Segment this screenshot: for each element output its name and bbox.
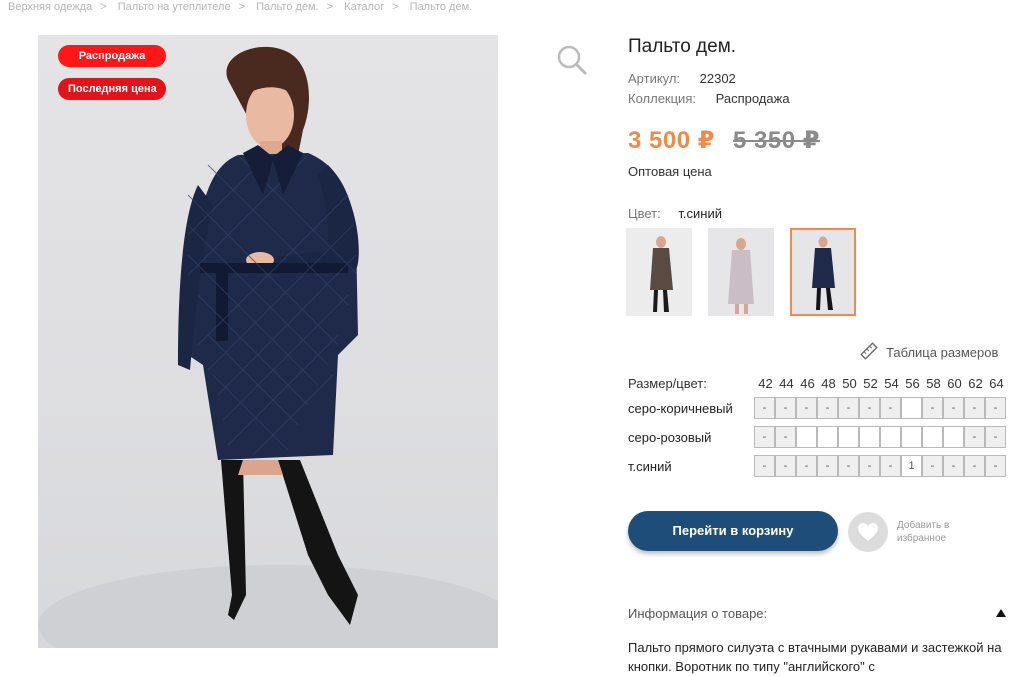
size-label: 48 <box>821 376 836 391</box>
size-cell[interactable] <box>796 426 817 448</box>
size-table-link[interactable]: Таблица размеров <box>860 342 998 360</box>
size-cell: - <box>943 397 964 419</box>
product-info-heading[interactable]: Информация о товаре: <box>628 606 767 621</box>
collection-value: Распродажа <box>715 91 790 106</box>
size-label: 54 <box>884 376 899 391</box>
color-label: Цвет: <box>628 206 661 221</box>
size-label: 46 <box>800 376 815 391</box>
favorite-label-line2: избранное <box>897 533 947 544</box>
size-label: 58 <box>926 376 941 391</box>
size-cell: - <box>817 455 838 477</box>
product-photo[interactable]: Распродажа Последняя цена <box>38 35 498 648</box>
zoom-icon[interactable] <box>556 44 588 76</box>
size-label: 60 <box>947 376 962 391</box>
color-swatch-grey-brown[interactable] <box>626 228 692 316</box>
size-cell: - <box>796 455 817 477</box>
favorite-button[interactable] <box>848 512 888 552</box>
size-label: 52 <box>863 376 878 391</box>
size-cell[interactable] <box>859 426 880 448</box>
size-label: 42 <box>758 376 773 391</box>
size-label: 64 <box>989 376 1004 391</box>
current-price: 3 500 ₽ <box>628 127 715 154</box>
last-price-badge: Последняя цена <box>58 78 166 100</box>
color-row: Цвет: т.синий <box>628 206 722 221</box>
size-cell: - <box>754 426 775 448</box>
size-cell: - <box>985 455 1006 477</box>
article-value: 22302 <box>699 71 736 86</box>
go-to-cart-button[interactable]: Перейти в корзину <box>628 511 838 551</box>
size-cell: - <box>775 426 796 448</box>
product-description: Пальто прямого силуэта с втачными рукава… <box>628 640 1002 674</box>
collapse-arrow-icon[interactable] <box>996 609 1006 617</box>
size-cell: - <box>880 397 901 419</box>
size-row-color: серо-коричневый <box>628 401 733 416</box>
favorite-label-line1: Добавить в <box>897 520 950 531</box>
size-cell: - <box>943 455 964 477</box>
size-cell: - <box>754 455 775 477</box>
size-cell: - <box>775 455 796 477</box>
product-title: Пальто дем. <box>628 36 737 57</box>
size-table-label: Таблица размеров <box>886 345 999 360</box>
size-cell: - <box>880 455 901 477</box>
old-price: 5 350 ₽ <box>733 127 820 154</box>
size-grid-header: Размер/цвет: <box>628 376 707 391</box>
size-label: 62 <box>968 376 983 391</box>
size-row-color: т.синий <box>628 459 672 474</box>
size-cell: - <box>964 397 985 419</box>
size-cell: - <box>859 397 880 419</box>
size-label: 56 <box>905 376 920 391</box>
size-cell: - <box>838 455 859 477</box>
size-cell[interactable] <box>901 397 922 419</box>
price-type: Оптовая цена <box>628 164 712 179</box>
breadcrumb-item[interactable]: Пальто дем. <box>256 1 319 13</box>
size-cell: - <box>922 455 943 477</box>
heart-icon <box>858 523 878 541</box>
article-row: Артикул: 22302 <box>628 71 736 86</box>
size-cell: - <box>817 397 838 419</box>
color-swatch-grey-pink[interactable] <box>708 228 774 316</box>
size-cell[interactable]: 1 <box>901 455 922 477</box>
size-cell[interactable] <box>880 426 901 448</box>
collection-label: Коллекция: <box>628 91 696 106</box>
ruler-icon <box>860 342 878 360</box>
breadcrumb-item[interactable]: Пальто на утеплителе <box>118 1 231 13</box>
size-cell: - <box>964 455 985 477</box>
breadcrumb-item[interactable]: Пальто дем. <box>410 1 473 13</box>
color-swatch-dark-blue[interactable] <box>790 228 856 316</box>
favorite-label[interactable]: Добавить в избранное <box>897 519 977 545</box>
size-cell: - <box>859 455 880 477</box>
size-cell: - <box>796 397 817 419</box>
size-cell: - <box>985 397 1006 419</box>
collection-row: Коллекция: Распродажа <box>628 91 790 106</box>
size-cell: - <box>754 397 775 419</box>
size-cell[interactable] <box>943 426 964 448</box>
size-row-color: серо-розовый <box>628 430 712 445</box>
breadcrumb-item[interactable]: Верхняя одежда <box>8 1 92 13</box>
size-cell: - <box>838 397 859 419</box>
size-cell: - <box>775 397 796 419</box>
breadcrumb-item[interactable]: Каталог <box>344 1 384 13</box>
size-label: 50 <box>842 376 857 391</box>
breadcrumb: Верхняя одежда > Пальто на утеплителе > Па… <box>8 1 473 13</box>
size-cell[interactable] <box>901 426 922 448</box>
size-cell: - <box>985 426 1006 448</box>
color-value: т.синий <box>678 206 722 221</box>
size-cell[interactable] <box>922 426 943 448</box>
size-cell: - <box>964 426 985 448</box>
size-cell: - <box>922 397 943 419</box>
size-cell[interactable] <box>838 426 859 448</box>
article-label: Артикул: <box>628 71 681 86</box>
sale-badge: Распродажа <box>58 45 166 67</box>
size-cell[interactable] <box>817 426 838 448</box>
size-label: 44 <box>779 376 794 391</box>
